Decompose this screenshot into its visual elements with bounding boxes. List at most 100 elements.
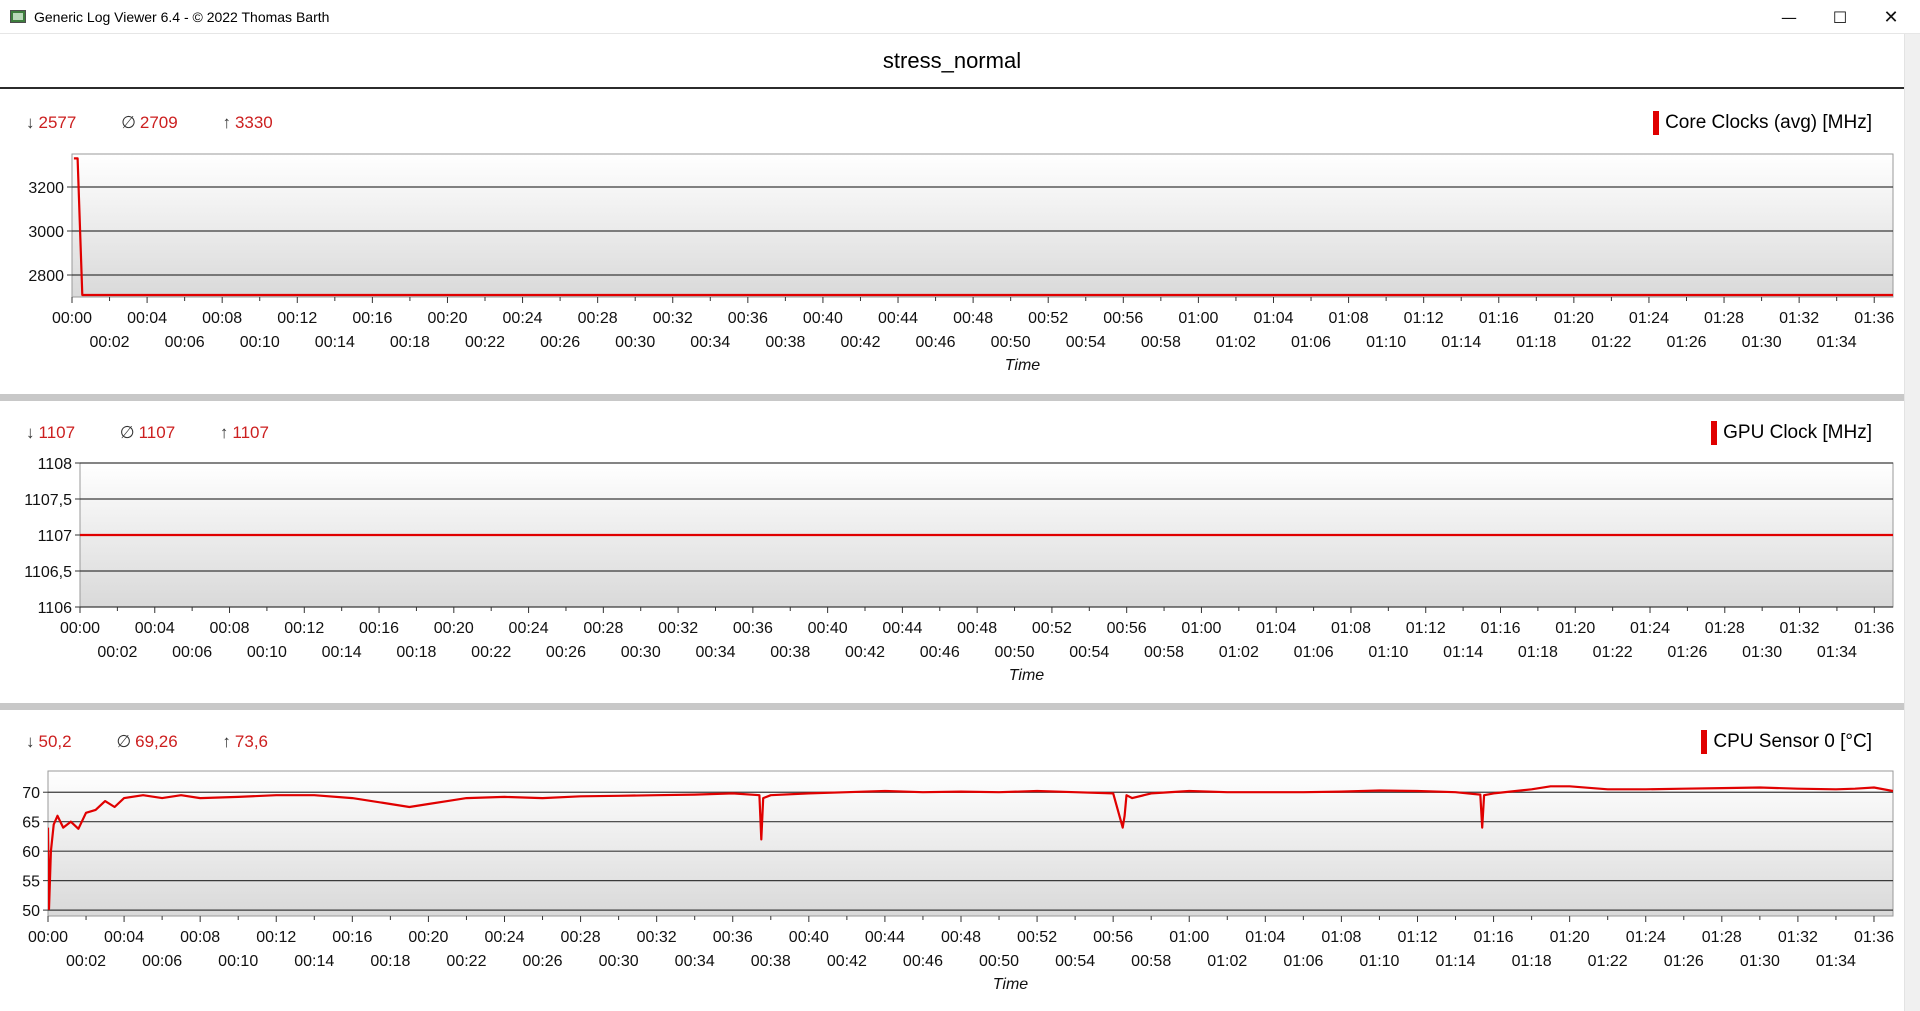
x-tick-label: 01:02 bbox=[1216, 334, 1256, 351]
x-tick-label: 00:30 bbox=[599, 953, 639, 970]
x-tick-label: 00:46 bbox=[920, 644, 960, 661]
x-tick-label: 00:26 bbox=[546, 644, 586, 661]
window-title: Generic Log Viewer 6.4 - © 2022 Thomas B… bbox=[34, 9, 330, 25]
x-tick-label: 00:38 bbox=[770, 644, 810, 661]
x-tick-label: 01:26 bbox=[1664, 953, 1704, 970]
x-tick-label: 00:34 bbox=[690, 334, 730, 351]
y-tick-label: 50 bbox=[22, 903, 40, 920]
x-tick-label: 00:20 bbox=[427, 310, 467, 327]
x-tick-label: 00:36 bbox=[733, 620, 773, 637]
x-tick-label: 01:32 bbox=[1779, 310, 1819, 327]
x-tick-label: 00:12 bbox=[256, 929, 296, 946]
x-tick-label: 01:30 bbox=[1740, 953, 1780, 970]
x-tick-label: 00:52 bbox=[1032, 620, 1072, 637]
y-tick-label: 1106 bbox=[38, 600, 73, 617]
x-tick-label: 01:10 bbox=[1359, 953, 1399, 970]
title-bar: Generic Log Viewer 6.4 - © 2022 Thomas B… bbox=[0, 0, 1920, 34]
x-tick-label: 00:16 bbox=[352, 310, 392, 327]
y-tick-label: 1107 bbox=[38, 528, 73, 545]
y-tick-label: 70 bbox=[22, 785, 40, 802]
x-tick-label: 01:28 bbox=[1704, 310, 1744, 327]
x-tick-label: 01:34 bbox=[1817, 334, 1857, 351]
x-tick-label: 01:30 bbox=[1742, 334, 1782, 351]
y-tick-label: 55 bbox=[22, 874, 40, 891]
x-tick-label: 01:18 bbox=[1512, 953, 1552, 970]
x-tick-label: 00:34 bbox=[695, 644, 735, 661]
x-tick-label: 01:22 bbox=[1591, 334, 1631, 351]
y-tick-label: 3000 bbox=[28, 224, 64, 241]
x-tick-label: 01:14 bbox=[1436, 953, 1476, 970]
x-tick-label: 01:26 bbox=[1666, 334, 1706, 351]
chart-svg: 1108 1107,5 1107 1106,5 1106 00:00 00:04 00:08 0… bbox=[24, 456, 1894, 684]
x-tick-label: 00:00 bbox=[52, 310, 92, 327]
x-tick-label: 00:24 bbox=[503, 310, 543, 327]
y-tick-label: 2800 bbox=[28, 268, 64, 285]
x-tick-label: 01:36 bbox=[1854, 620, 1894, 637]
y-tick-label: 1108 bbox=[38, 456, 73, 473]
x-tick-label: 00:10 bbox=[218, 953, 258, 970]
x-tick-label: 00:00 bbox=[28, 929, 68, 946]
chart-svg: 70 65 60 55 50 00:00 00:04 00:08 00:12 00:16 00:20… bbox=[22, 770, 1894, 993]
x-tick-label: 01:06 bbox=[1291, 334, 1331, 351]
panel-separator[interactable] bbox=[0, 394, 1904, 401]
x-tick-label: 00:10 bbox=[240, 334, 280, 351]
x-tick-label: 01:36 bbox=[1854, 310, 1894, 327]
x-tick-label: 00:22 bbox=[446, 953, 486, 970]
x-tick-label: 01:08 bbox=[1329, 310, 1369, 327]
x-tick-label: 00:56 bbox=[1103, 310, 1143, 327]
x-tick-label: 01:24 bbox=[1629, 310, 1669, 327]
panel-separator[interactable] bbox=[0, 703, 1904, 710]
x-tick-label: 00:44 bbox=[882, 620, 922, 637]
x-tick-label: 01:20 bbox=[1554, 310, 1594, 327]
x-tick-label: 01:16 bbox=[1480, 620, 1520, 637]
x-tick-label: 01:14 bbox=[1443, 644, 1483, 661]
x-tick-label: 00:32 bbox=[637, 929, 677, 946]
x-tick-label: 00:12 bbox=[284, 620, 324, 637]
x-tick-label: 00:02 bbox=[66, 953, 106, 970]
x-tick-label: 00:58 bbox=[1131, 953, 1171, 970]
x-tick-label: 00:42 bbox=[845, 644, 885, 661]
minimize-button[interactable]: — bbox=[1766, 0, 1812, 34]
x-tick-label: 00:54 bbox=[1069, 644, 1109, 661]
x-tick-label: 00:46 bbox=[916, 334, 956, 351]
x-tick-label: 00:50 bbox=[991, 334, 1031, 351]
x-tick-label: 01:04 bbox=[1253, 310, 1293, 327]
x-tick-label: 01:12 bbox=[1397, 929, 1437, 946]
x-tick-label: 00:06 bbox=[172, 644, 212, 661]
x-tick-label: 01:20 bbox=[1555, 620, 1595, 637]
x-tick-label: 00:40 bbox=[803, 310, 843, 327]
x-tick-label: 01:10 bbox=[1366, 334, 1406, 351]
x-tick-label: 00:00 bbox=[60, 620, 100, 637]
x-tick-label: 01:36 bbox=[1854, 929, 1894, 946]
x-tick-label: 00:26 bbox=[540, 334, 580, 351]
x-tick-label: 01:26 bbox=[1667, 644, 1707, 661]
x-tick-label: 01:18 bbox=[1518, 644, 1558, 661]
chart-svg: 3200 3000 2800 00:00 00:04 00:08 00:12 00:16 00:… bbox=[28, 153, 1894, 374]
x-tick-label: 01:16 bbox=[1474, 929, 1514, 946]
chart-header: stress_normal bbox=[0, 35, 1904, 89]
x-tick-label: 00:44 bbox=[878, 310, 918, 327]
x-tick-label: 01:06 bbox=[1294, 644, 1334, 661]
y-tick-label: 3200 bbox=[28, 180, 64, 197]
x-tick-label: 01:34 bbox=[1816, 953, 1856, 970]
x-tick-label: 00:42 bbox=[840, 334, 880, 351]
x-tick-label: 00:40 bbox=[808, 620, 848, 637]
y-tick-label: 1106,5 bbox=[24, 564, 72, 581]
close-button[interactable]: ✕ bbox=[1868, 0, 1914, 34]
maximize-button[interactable]: ☐ bbox=[1817, 0, 1863, 34]
x-tick-label: 00:14 bbox=[294, 953, 334, 970]
vertical-scrollbar[interactable] bbox=[1904, 34, 1920, 1011]
x-tick-label: 00:14 bbox=[315, 334, 355, 351]
x-tick-label: 00:50 bbox=[995, 644, 1035, 661]
x-tick-label: 00:52 bbox=[1017, 929, 1057, 946]
x-tick-label: 00:08 bbox=[202, 310, 242, 327]
x-tick-label: 00:30 bbox=[621, 644, 661, 661]
x-tick-label: 01:00 bbox=[1169, 929, 1209, 946]
x-tick-label: 01:18 bbox=[1516, 334, 1556, 351]
x-axis-label: Time bbox=[1005, 357, 1041, 374]
x-tick-label: 00:10 bbox=[247, 644, 287, 661]
x-tick-label: 00:22 bbox=[465, 334, 505, 351]
x-tick-label: 01:04 bbox=[1245, 929, 1285, 946]
x-axis-label: Time bbox=[993, 976, 1029, 993]
x-tick-label: 01:06 bbox=[1283, 953, 1323, 970]
